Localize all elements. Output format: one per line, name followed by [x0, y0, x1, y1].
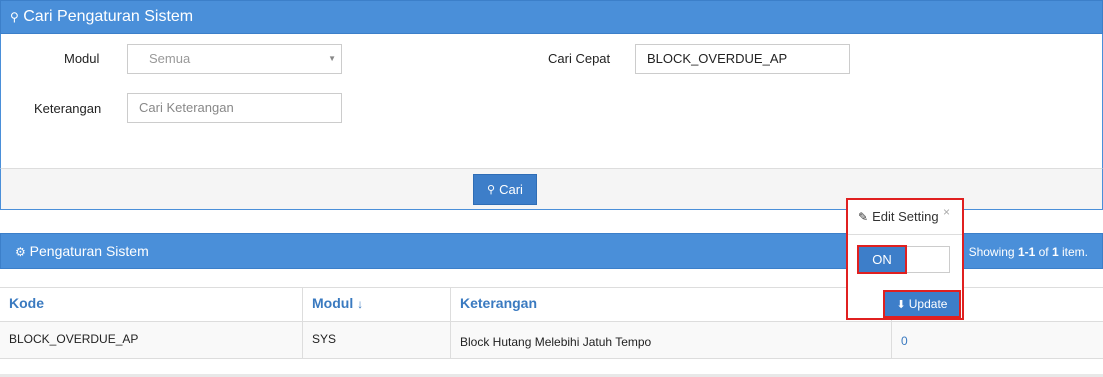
dropdown-arrow-icon: ▼ — [328, 54, 336, 63]
list-panel-title: ⚙ Pengaturan Sistem — [15, 243, 149, 259]
edit-icon: ✎ — [858, 209, 869, 224]
popover-title: ✎ Edit Setting — [858, 209, 939, 224]
search-panel-body: Modul Semua ▼ Keterangan Cari Keterangan… — [0, 34, 1103, 168]
cari-button[interactable]: ⚲ Cari — [473, 174, 537, 205]
search-panel-title: ⚲ Cari Pengaturan Sistem — [10, 8, 194, 25]
keterangan-label: Keterangan — [34, 101, 102, 116]
search-icon: ⚲ — [487, 184, 496, 196]
gears-icon: ⚙ — [15, 245, 26, 259]
cari-cepat-input[interactable]: BLOCK_OVERDUE_AP — [635, 44, 850, 74]
column-keterangan[interactable]: Keterangan — [451, 288, 892, 321]
download-icon: ⬇ — [896, 298, 906, 311]
toggle-on-label[interactable]: ON — [857, 245, 907, 274]
modul-label: Modul — [64, 51, 100, 66]
close-icon[interactable]: × — [943, 205, 950, 219]
cell-keterangan: Block Hutang Melebihi Jatuh Tempo — [451, 322, 892, 358]
column-modul[interactable]: Modul ↓ — [303, 288, 451, 321]
popover-divider — [848, 234, 962, 235]
cell-modul: SYS — [303, 322, 451, 358]
edit-setting-popover: ✎ Edit Setting × ON ⬇ Update — [846, 198, 964, 320]
keterangan-input[interactable]: Cari Keterangan — [127, 93, 342, 123]
pagination-summary: Showing 1-1 of 1 item. — [968, 245, 1088, 259]
cari-cepat-label: Cari Cepat — [548, 51, 611, 66]
table-row: BLOCK_OVERDUE_AP SYS Block Hutang Melebi… — [0, 322, 1103, 359]
cell-kode: BLOCK_OVERDUE_AP — [0, 322, 303, 358]
column-kode[interactable]: Kode — [0, 288, 303, 321]
setting-toggle[interactable]: ON — [857, 245, 950, 274]
modul-select[interactable]: Semua ▼ — [127, 44, 342, 74]
cell-value-link[interactable]: 0 — [892, 322, 1103, 358]
search-panel-header: ⚲ Cari Pengaturan Sistem — [0, 0, 1103, 34]
update-button[interactable]: ⬇ Update — [883, 290, 961, 318]
sort-icon: ↓ — [357, 297, 364, 311]
search-icon: ⚲ — [10, 10, 19, 24]
